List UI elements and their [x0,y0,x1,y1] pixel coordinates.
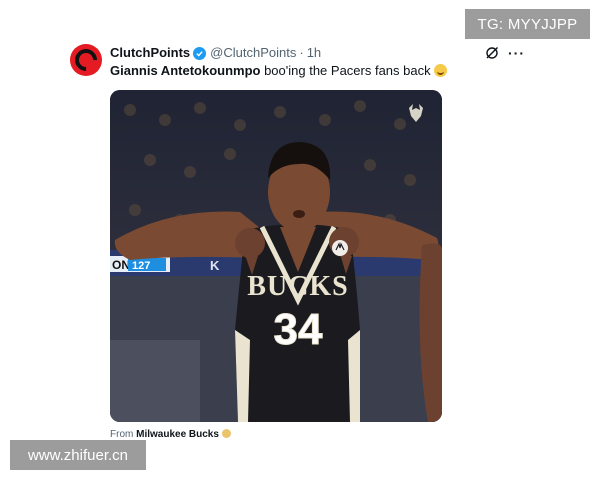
grok-icon[interactable] [485,46,499,60]
tweet-media-image[interactable]: ON 127 K BUCKS 34 [110,90,442,422]
clutchpoints-avatar[interactable] [70,44,102,76]
source-prefix: From [110,429,137,440]
tweet-text: Giannis Antetokounmpo boo'ing the Pacers… [110,63,447,79]
tweet-header: ClutchPoints @ClutchPoints · 1h [110,45,321,61]
watermark-top-right: TG: MYYJJPP [465,9,590,39]
source-name-link[interactable]: Milwaukee Bucks [136,429,219,440]
tweet-text-body: boo'ing the Pacers fans back [260,63,431,78]
more-options-icon[interactable]: ··· [508,46,525,60]
watermark-bottom-left: www.zhifuer.cn [10,440,146,470]
verified-badge-icon [193,46,207,60]
jersey-team-text: BUCKS [247,271,348,302]
timestamp[interactable]: 1h [307,45,321,61]
tweet-text-name: Giannis Antetokounmpo [110,63,261,78]
scoreboard-value-text: 127 [132,260,150,272]
jersey-number-text: 34 [274,305,323,354]
scoreboard-right-text: K [210,258,220,273]
grinning-sweat-emoji-icon [433,64,447,77]
clutchpoints-logo-icon [70,44,102,76]
source-emoji-icon [221,429,231,438]
scoreboard-left-text: ON [112,258,130,272]
user-handle[interactable]: @ClutchPoints [210,45,296,61]
separator-dot: · [299,45,304,60]
display-name[interactable]: ClutchPoints [110,45,190,61]
tweet-card[interactable]: ClutchPoints @ClutchPoints · 1h Giannis … [58,34,534,444]
